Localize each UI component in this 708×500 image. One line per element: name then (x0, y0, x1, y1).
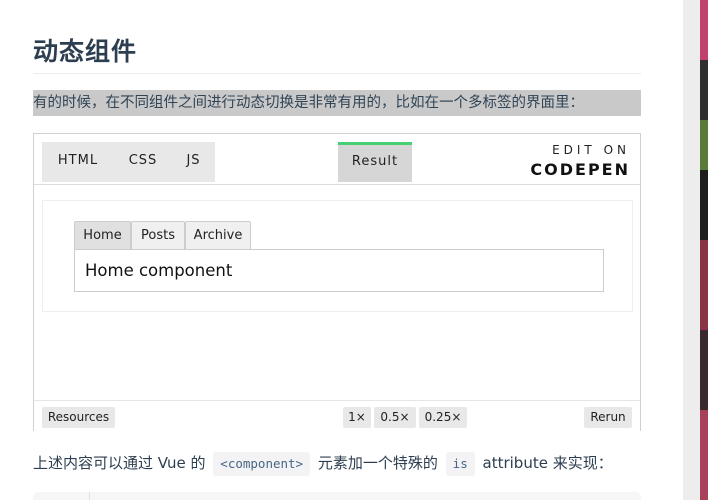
codepen-footer: Resources 1× 0.5× 0.25× Rerun (34, 400, 640, 431)
inline-code-is: is (445, 452, 475, 476)
demo-tab-home[interactable]: Home (74, 221, 131, 249)
demo-tab-archive[interactable]: Archive (185, 221, 251, 249)
tab-html[interactable]: HTML (42, 142, 114, 182)
body-text-3: attribute 来实现： (482, 454, 613, 472)
codepen-header: HTML CSS JS Result EDIT ON CODEPEN (34, 134, 640, 185)
zoom-half-button[interactable]: 0.5× (374, 407, 416, 428)
tab-js[interactable]: JS (172, 142, 215, 182)
codepen-embed: HTML CSS JS Result EDIT ON CODEPEN Home … (33, 133, 641, 431)
body-paragraph: 上述内容可以通过 Vue 的 <component> 元素加一个特殊的 is a… (33, 450, 613, 476)
adjacent-window-edge (700, 0, 708, 500)
intro-paragraph: 有的时候，在不同组件之间进行动态切换是非常有用的，比如在一个多标签的界面里： (33, 90, 641, 116)
code-gutter (33, 492, 90, 500)
tab-css[interactable]: CSS (114, 142, 172, 182)
zoom-quarter-button[interactable]: 0.25× (419, 407, 467, 428)
codepen-brand-text: CODEPEN (530, 160, 630, 179)
inline-code-component: <component> (213, 452, 311, 476)
demo-tab-content: Home component (74, 249, 604, 292)
body-text-2: 元素加一个特殊的 (317, 454, 438, 472)
resources-button[interactable]: Resources (42, 407, 115, 428)
demo-tab-posts[interactable]: Posts (131, 221, 185, 249)
code-block (33, 492, 641, 500)
page-scrollbar[interactable] (683, 0, 700, 500)
body-text-1: 上述内容可以通过 Vue 的 (33, 454, 206, 472)
title-divider (33, 73, 641, 74)
page-title: 动态组件 (33, 37, 138, 66)
rerun-button[interactable]: Rerun (584, 407, 632, 428)
tab-result[interactable]: Result (338, 142, 412, 182)
zoom-1x-button[interactable]: 1× (343, 407, 371, 428)
edit-on-label[interactable]: EDIT ON (552, 143, 630, 157)
codepen-logo-link[interactable]: CODEPEN (530, 160, 630, 179)
result-frame: Home Posts Archive Home component (42, 200, 633, 312)
